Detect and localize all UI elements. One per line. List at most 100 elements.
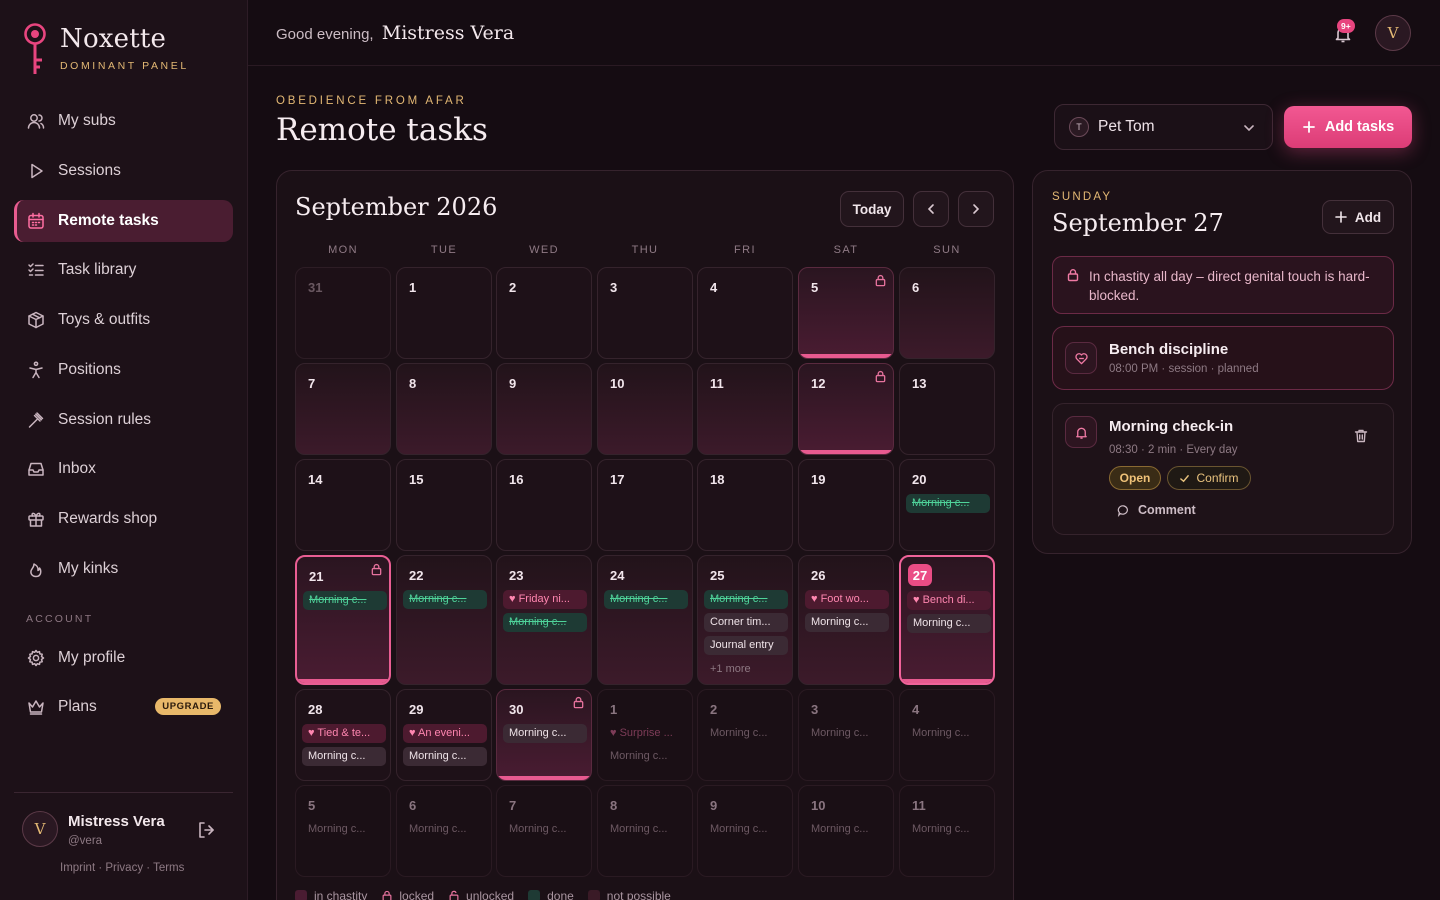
sidebar-item-positions[interactable]: Positions: [14, 349, 233, 391]
task-chip[interactable]: ♥ Surprise ...: [604, 724, 688, 743]
today-button[interactable]: Today: [840, 191, 904, 227]
task-chip[interactable]: Journal entry: [704, 636, 788, 655]
footer-links[interactable]: Imprint · Privacy · Terms: [60, 862, 184, 874]
task-chip[interactable]: Morning c...: [604, 820, 688, 839]
sidebar-item-sessions[interactable]: Sessions: [14, 150, 233, 192]
more-tasks-link[interactable]: +1 more: [710, 663, 751, 675]
add-tasks-button[interactable]: Add tasks: [1284, 106, 1412, 148]
task-card-bench[interactable]: Bench discipline 08:00 PM · session · pl…: [1052, 326, 1394, 390]
task-chip[interactable]: Morning c...: [604, 590, 688, 609]
calendar-day[interactable]: 18: [697, 459, 793, 551]
calendar-day[interactable]: 30 Morning c...: [496, 689, 592, 781]
calendar-day[interactable]: 16: [496, 459, 592, 551]
trash-icon[interactable]: [1353, 428, 1369, 444]
calendar-day[interactable]: 4 Morning c...: [899, 689, 995, 781]
sidebar-item-task-library[interactable]: Task library: [14, 249, 233, 291]
calendar-day[interactable]: 24 Morning c...: [597, 555, 693, 685]
next-month-button[interactable]: [958, 191, 994, 227]
status-badge-open[interactable]: Open: [1109, 466, 1161, 490]
task-chip[interactable]: Morning c...: [805, 820, 889, 839]
task-chip[interactable]: Morning c...: [403, 820, 487, 839]
upgrade-badge[interactable]: UPGRADE: [155, 698, 221, 715]
calendar-day[interactable]: 5 Morning c...: [295, 785, 391, 877]
task-chip[interactable]: ♥ Friday ni...: [503, 590, 587, 609]
calendar-day[interactable]: 27 ♥ Bench di... Morning c...: [899, 555, 995, 685]
calendar-day[interactable]: 31: [295, 267, 391, 359]
task-chip[interactable]: Morning c...: [503, 613, 587, 632]
top-avatar[interactable]: V: [1375, 15, 1411, 51]
task-chip[interactable]: Morning c...: [503, 820, 587, 839]
sidebar-item-my-subs[interactable]: My subs: [14, 100, 233, 142]
task-chip[interactable]: Morning c...: [906, 494, 990, 513]
calendar-day[interactable]: 28 ♥ Tied & te... Morning c...: [295, 689, 391, 781]
calendar-day[interactable]: 6: [899, 267, 995, 359]
calendar-day[interactable]: 22 Morning c...: [396, 555, 492, 685]
sidebar-item-my-kinks[interactable]: My kinks: [14, 548, 233, 590]
task-chip[interactable]: Morning c...: [906, 820, 990, 839]
sidebar-item-remote-tasks[interactable]: Remote tasks: [14, 200, 233, 242]
task-chip[interactable]: Corner tim...: [704, 613, 788, 632]
sidebar-item-toys-outfits[interactable]: Toys & outfits: [14, 299, 233, 341]
calendar-day[interactable]: 29 ♥ An eveni... Morning c...: [396, 689, 492, 781]
task-chip[interactable]: Morning c...: [403, 747, 487, 766]
calendar-day[interactable]: 7 Morning c...: [496, 785, 592, 877]
task-chip[interactable]: ♥ Bench di...: [907, 591, 991, 610]
calendar-day[interactable]: 2: [496, 267, 592, 359]
task-chip[interactable]: ♥ Tied & te...: [302, 724, 386, 743]
calendar-day[interactable]: 17: [597, 459, 693, 551]
calendar-day[interactable]: 2 Morning c...: [697, 689, 793, 781]
calendar-day[interactable]: 13: [899, 363, 995, 455]
sidebar-item-session-rules[interactable]: Session rules: [14, 399, 233, 441]
user-block[interactable]: V Mistress Vera @vera: [22, 811, 165, 847]
calendar-day[interactable]: 1 ♥ Surprise ... Morning c...: [597, 689, 693, 781]
calendar-day[interactable]: 3: [597, 267, 693, 359]
task-chip[interactable]: ♥ An eveni...: [403, 724, 487, 743]
add-task-button[interactable]: Add: [1322, 200, 1394, 234]
logout-icon[interactable]: [196, 820, 216, 840]
task-chip[interactable]: Morning c...: [303, 591, 387, 610]
task-chip[interactable]: Morning c...: [805, 613, 889, 632]
calendar-day[interactable]: 20 Morning c...: [899, 459, 995, 551]
calendar-day[interactable]: 8: [396, 363, 492, 455]
calendar-day[interactable]: 23 ♥ Friday ni... Morning c...: [496, 555, 592, 685]
task-chip[interactable]: Morning c...: [704, 820, 788, 839]
brand-logo[interactable]: Noxette DOMINANT PANEL: [22, 22, 186, 78]
task-chip[interactable]: ♥ Foot wo...: [805, 590, 889, 609]
calendar-day[interactable]: 6 Morning c...: [396, 785, 492, 877]
calendar-day[interactable]: 11 Morning c...: [899, 785, 995, 877]
calendar-day[interactable]: 25 Morning c... Corner tim... Journal entry…: [697, 555, 793, 685]
comment-button[interactable]: Comment: [1117, 503, 1196, 517]
sub-select[interactable]: T Pet Tom: [1054, 104, 1273, 150]
task-chip[interactable]: Morning c...: [704, 590, 788, 609]
calendar-day[interactable]: 21 Morning c...: [295, 555, 391, 685]
calendar-day[interactable]: 12: [798, 363, 894, 455]
task-chip[interactable]: Morning c...: [604, 747, 688, 766]
task-chip[interactable]: Morning c...: [503, 724, 587, 743]
calendar-day[interactable]: 10 Morning c...: [798, 785, 894, 877]
calendar-day[interactable]: 9 Morning c...: [697, 785, 793, 877]
sidebar-item-rewards-shop[interactable]: Rewards shop: [14, 498, 233, 540]
calendar-day[interactable]: 14: [295, 459, 391, 551]
task-chip[interactable]: Morning c...: [302, 820, 386, 839]
calendar-day[interactable]: 19: [798, 459, 894, 551]
task-chip[interactable]: Morning c...: [805, 724, 889, 743]
calendar-day[interactable]: 8 Morning c...: [597, 785, 693, 877]
calendar-day[interactable]: 15: [396, 459, 492, 551]
prev-month-button[interactable]: [913, 191, 949, 227]
sidebar-item-plans[interactable]: Plans UPGRADE: [14, 686, 233, 728]
task-chip[interactable]: Morning c...: [302, 747, 386, 766]
calendar-day[interactable]: 11: [697, 363, 793, 455]
sidebar-item-my-profile[interactable]: My profile: [14, 637, 233, 679]
task-chip[interactable]: Morning c...: [906, 724, 990, 743]
calendar-day[interactable]: 5: [798, 267, 894, 359]
calendar-day[interactable]: 1: [396, 267, 492, 359]
calendar-day[interactable]: 26 ♥ Foot wo... Morning c...: [798, 555, 894, 685]
confirm-button[interactable]: Confirm: [1167, 466, 1251, 490]
task-card-checkin[interactable]: Morning check-in 08:30 · 2 min · Every d…: [1052, 403, 1394, 535]
calendar-day[interactable]: 9: [496, 363, 592, 455]
calendar-day[interactable]: 10: [597, 363, 693, 455]
sidebar-item-inbox[interactable]: Inbox: [14, 448, 233, 490]
task-chip[interactable]: Morning c...: [907, 614, 991, 633]
task-chip[interactable]: Morning c...: [403, 590, 487, 609]
task-chip[interactable]: Morning c...: [704, 724, 788, 743]
